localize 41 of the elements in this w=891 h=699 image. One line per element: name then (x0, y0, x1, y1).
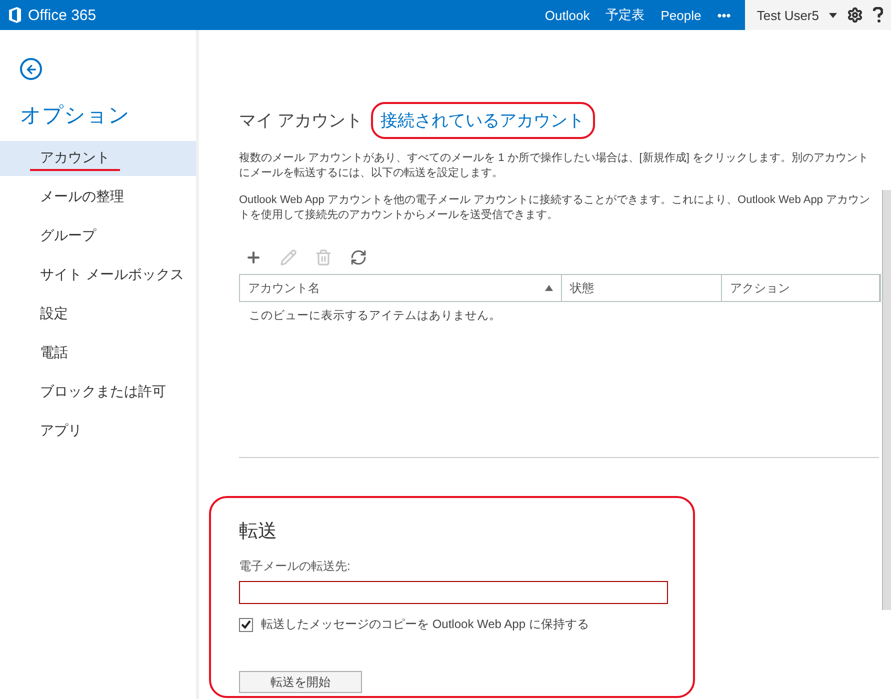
checkbox-label: 転送したメッセージのコピーを Outlook Web App に保持する (261, 616, 589, 633)
sidebar-item[interactable]: サイト メールボックス (0, 258, 196, 293)
start-forwarding-button[interactable]: 転送を開始 (239, 671, 362, 693)
caret-icon (829, 12, 837, 18)
arrow-left-icon (24, 62, 38, 76)
scrollbar[interactable] (882, 190, 891, 610)
nav-link[interactable]: 予定表 (606, 6, 645, 24)
settings-icon[interactable] (847, 7, 863, 23)
user-name: Test User5 (756, 8, 819, 22)
tab[interactable]: マイ アカウント (239, 104, 363, 137)
nav-link[interactable]: People (660, 8, 702, 22)
sidebar-item[interactable]: アプリ (0, 414, 196, 449)
section-title: 転送 (239, 520, 278, 544)
tab[interactable]: 接続されているアカウント (370, 102, 595, 139)
empty-message: このビューに表示するアイテムはありません。 (248, 308, 502, 324)
column-header[interactable]: アカウント名 (240, 275, 562, 301)
nav-link[interactable]: Outlook (544, 8, 590, 22)
sidebar-item[interactable]: 設定 (0, 297, 196, 332)
checkbox[interactable] (239, 618, 253, 632)
input-field[interactable] (239, 581, 668, 604)
brand-name: Office 365 (28, 6, 96, 24)
office-logo-icon (8, 7, 22, 23)
field-label: 電子メールの転送先: (239, 558, 352, 575)
refresh-icon[interactable] (350, 249, 367, 266)
plus-icon[interactable] (245, 249, 262, 266)
help-icon[interactable] (873, 7, 883, 23)
column-header[interactable]: アクション (722, 275, 880, 301)
column-header[interactable]: 状態 (562, 275, 722, 301)
back-button[interactable] (20, 58, 42, 80)
sidebar-item[interactable]: グループ (0, 219, 196, 254)
description-text: 複数のメール アカウントがあり、すべてのメールを 1 か所で操作したい場合は、[新規作成] をクリックします。別のアカウントにメールを転送するには、以下の転送を設定します。 (239, 151, 870, 181)
sort-icon (545, 284, 553, 290)
sidebar-title: オプション (20, 103, 131, 129)
sidebar-item[interactable]: アカウント (0, 141, 196, 176)
sidebar-item[interactable]: メールの整理 (0, 180, 196, 215)
description-text: Outlook Web App アカウントを他の電子メール アカウントに接続することができます。これにより、Outlook Web App アカウントを使用して接続先のアカウントからメールを送受信できます。 (239, 193, 871, 223)
more-button[interactable]: ••• (717, 8, 731, 22)
checkmark-icon (241, 620, 251, 629)
sidebar-item[interactable]: 電話 (0, 336, 196, 371)
sidebar-item[interactable]: ブロックまたは許可 (0, 375, 196, 410)
user-menu[interactable]: Test User5 (744, 0, 891, 30)
